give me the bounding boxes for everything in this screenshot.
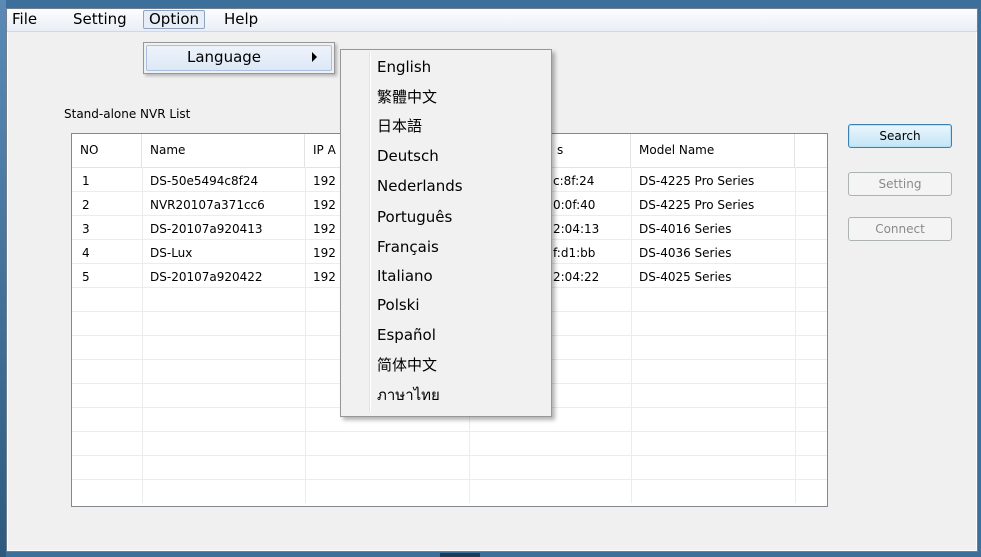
cell-ip: 192 bbox=[313, 246, 336, 260]
cell-model: DS-4225 Pro Series bbox=[639, 174, 755, 188]
cell-name: NVR20107a371cc6 bbox=[150, 198, 265, 212]
cell-no: 2 bbox=[82, 198, 90, 212]
cell-no: 5 bbox=[82, 270, 90, 284]
cell-model: DS-4225 Pro Series bbox=[639, 198, 755, 212]
menu-bar: File Setting Option Help bbox=[7, 9, 977, 32]
cell-name: DS-Lux bbox=[150, 246, 193, 260]
language-option-french[interactable]: Français bbox=[377, 234, 439, 260]
cell-model: DS-4016 Series bbox=[639, 222, 732, 236]
col-header-name[interactable]: Name bbox=[142, 134, 305, 167]
menu-option[interactable]: Option bbox=[143, 10, 206, 29]
col-header-mac[interactable]: s bbox=[549, 134, 631, 167]
cell-ip: 192 bbox=[313, 270, 336, 284]
cell-no: 4 bbox=[82, 246, 90, 260]
language-option-traditional-chinese[interactable]: 繁體中文 bbox=[377, 84, 437, 110]
nvr-list-label: Stand-alone NVR List bbox=[64, 107, 191, 121]
menu-help[interactable]: Help bbox=[219, 10, 263, 29]
menu-item-language[interactable]: Language bbox=[146, 45, 332, 71]
cell-ip: 192 bbox=[313, 174, 336, 188]
cell-ip: 192 bbox=[313, 198, 336, 212]
cell-model: DS-4025 Series bbox=[639, 270, 732, 284]
connect-button[interactable]: Connect bbox=[848, 217, 952, 241]
menu-setting[interactable]: Setting bbox=[68, 10, 132, 29]
cell-no: 1 bbox=[82, 174, 90, 188]
grid-line bbox=[72, 431, 827, 432]
cell-mac: f:d1:bb bbox=[553, 246, 596, 260]
app-window: File Setting Option Help Stand-alone NVR… bbox=[6, 8, 978, 552]
cell-mac: 2:04:13 bbox=[553, 222, 600, 236]
language-option-thai[interactable]: ภาษาไทย bbox=[377, 382, 440, 408]
language-option-simplified-chinese[interactable]: 简体中文 bbox=[377, 352, 437, 378]
language-menu: English 繁體中文 日本語 Deutsch Nederlands Port… bbox=[340, 49, 552, 417]
cell-mac: 0:0f:40 bbox=[553, 198, 596, 212]
col-header-model[interactable]: Model Name bbox=[631, 134, 795, 167]
cell-name: DS-20107a920413 bbox=[150, 222, 263, 236]
cell-mac: c:8f:24 bbox=[553, 174, 595, 188]
menu-file[interactable]: File bbox=[7, 10, 42, 29]
option-menu: Language bbox=[143, 42, 335, 74]
cell-mac: 2:04:22 bbox=[553, 270, 600, 284]
search-button[interactable]: Search bbox=[848, 124, 952, 148]
language-option-english[interactable]: English bbox=[377, 54, 431, 80]
col-header-no[interactable]: NO bbox=[72, 134, 142, 167]
menu-item-language-label: Language bbox=[187, 48, 262, 66]
language-option-japanese[interactable]: 日本語 bbox=[377, 113, 422, 139]
cell-no: 3 bbox=[82, 222, 90, 236]
cell-ip: 192 bbox=[313, 222, 336, 236]
grid-line bbox=[72, 479, 827, 480]
cell-model: DS-4036 Series bbox=[639, 246, 732, 260]
submenu-arrow-icon bbox=[312, 52, 317, 62]
language-option-spanish[interactable]: Español bbox=[377, 322, 436, 348]
taskbar-edge bbox=[440, 553, 480, 557]
language-option-polish[interactable]: Polski bbox=[377, 292, 420, 318]
cell-name: DS-50e5494c8f24 bbox=[150, 174, 259, 188]
language-option-dutch[interactable]: Nederlands bbox=[377, 173, 463, 199]
language-option-german[interactable]: Deutsch bbox=[377, 143, 439, 169]
grid-line bbox=[72, 455, 827, 456]
menu-gutter bbox=[369, 52, 371, 412]
language-option-italian[interactable]: Italiano bbox=[377, 263, 433, 289]
cell-name: DS-20107a920422 bbox=[150, 270, 263, 284]
language-option-portuguese[interactable]: Português bbox=[377, 204, 452, 230]
setting-button[interactable]: Setting bbox=[848, 172, 952, 196]
